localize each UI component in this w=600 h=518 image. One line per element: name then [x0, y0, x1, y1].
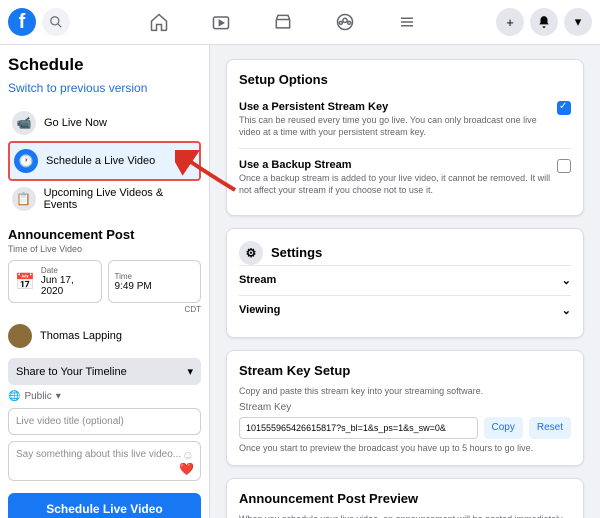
sidebar-title: Schedule — [8, 55, 201, 75]
date-picker[interactable]: 📅 DateJun 17, 2020 — [8, 260, 102, 303]
marketplace-icon[interactable] — [272, 11, 294, 33]
main-content: Setup Options Use a Persistent Stream Ke… — [210, 45, 600, 518]
persistent-key-checkbox[interactable] — [557, 101, 571, 115]
search-button[interactable] — [42, 8, 70, 36]
option-desc: This can be reused every time you go liv… — [239, 115, 557, 138]
card-sub: When you schedule your live video, an an… — [239, 514, 571, 518]
account-button[interactable]: ▾ — [564, 8, 592, 36]
user-row: Thomas Lapping — [8, 324, 201, 348]
settings-card: ⚙ Settings Stream ⌄ Viewing ⌄ — [226, 228, 584, 338]
preview-card: Announcement Post Preview When you sched… — [226, 478, 584, 518]
stream-settings-row[interactable]: Stream ⌄ — [239, 265, 571, 295]
privacy-selector[interactable]: 🌐 Public ▾ — [8, 391, 201, 402]
globe-icon: 🌐 — [8, 391, 20, 402]
time-picker[interactable]: Time9:49 PM — [108, 260, 202, 303]
timezone-label: CDT — [8, 305, 201, 314]
sidebar-item-upcoming[interactable]: 📋 Upcoming Live Videos & Events — [8, 181, 201, 217]
card-sub: Copy and paste this stream key into your… — [239, 386, 571, 396]
sticker-icon[interactable]: ❤️ — [179, 462, 194, 476]
clock-icon: 🕐 — [14, 149, 38, 173]
announcement-title: Announcement Post — [8, 227, 201, 242]
chevron-down-icon: ⌄ — [562, 274, 571, 287]
stream-key-input[interactable]: 101555965426615817?s_bl=1&s_ps=1&s_sw=0& — [239, 417, 478, 439]
gear-icon: ⚙ — [239, 241, 263, 265]
viewing-settings-row[interactable]: Viewing ⌄ — [239, 295, 571, 325]
facebook-logo[interactable]: f — [8, 8, 36, 36]
calendar-icon: 📅 — [15, 272, 35, 292]
stream-key-note: Once you start to preview the broadcast … — [239, 443, 571, 453]
sidebar-item-go-live[interactable]: 📹 Go Live Now — [8, 105, 201, 141]
chevron-down-icon: ⌄ — [562, 304, 571, 317]
top-nav: f + ▾ — [0, 0, 600, 45]
groups-icon[interactable] — [334, 11, 356, 33]
settings-header: ⚙ Settings — [239, 241, 571, 265]
setup-options-card: Setup Options Use a Persistent Stream Ke… — [226, 59, 584, 216]
option-name: Use a Backup Stream — [239, 159, 557, 171]
switch-version-link[interactable]: Switch to previous version — [8, 81, 201, 95]
sidebar-item-schedule[interactable]: 🕐 Schedule a Live Video — [8, 141, 201, 181]
emoji-icon[interactable]: ☺ — [182, 448, 194, 462]
share-dropdown[interactable]: Share to Your Timeline ▾ — [8, 358, 201, 385]
avatar — [8, 324, 32, 348]
reset-button[interactable]: Reset — [529, 417, 571, 439]
option-name: Use a Persistent Stream Key — [239, 101, 557, 113]
calendar-icon: 📋 — [12, 187, 36, 211]
stream-key-label: Stream Key — [239, 402, 571, 413]
sidebar-item-label: Schedule a Live Video — [46, 155, 155, 167]
card-title: Announcement Post Preview — [239, 491, 571, 506]
announcement-sub: Time of Live Video — [8, 244, 201, 254]
menu-icon[interactable] — [396, 11, 418, 33]
video-icon: 📹 — [12, 111, 36, 135]
home-icon[interactable] — [148, 11, 170, 33]
user-name: Thomas Lapping — [40, 330, 122, 342]
stream-key-card: Stream Key Setup Copy and paste this str… — [226, 350, 584, 466]
copy-button[interactable]: Copy — [484, 417, 523, 439]
description-input[interactable]: Say something about this live video... ☺… — [8, 441, 201, 481]
create-button[interactable]: + — [496, 8, 524, 36]
sidebar-item-label: Go Live Now — [44, 117, 107, 129]
watch-icon[interactable] — [210, 11, 232, 33]
sidebar: Schedule Switch to previous version 📹 Go… — [0, 45, 210, 518]
sidebar-item-label: Upcoming Live Videos & Events — [44, 187, 197, 211]
chevron-down-icon: ▾ — [56, 391, 61, 402]
card-title: Setup Options — [239, 72, 571, 87]
title-input[interactable]: Live video title (optional) — [8, 408, 201, 435]
notifications-button[interactable] — [530, 8, 558, 36]
schedule-button[interactable]: Schedule Live Video — [8, 493, 201, 518]
option-desc: Once a backup stream is added to your li… — [239, 173, 557, 196]
chevron-down-icon: ▾ — [187, 365, 193, 378]
card-title: Stream Key Setup — [239, 363, 571, 378]
backup-stream-checkbox[interactable] — [557, 159, 571, 173]
